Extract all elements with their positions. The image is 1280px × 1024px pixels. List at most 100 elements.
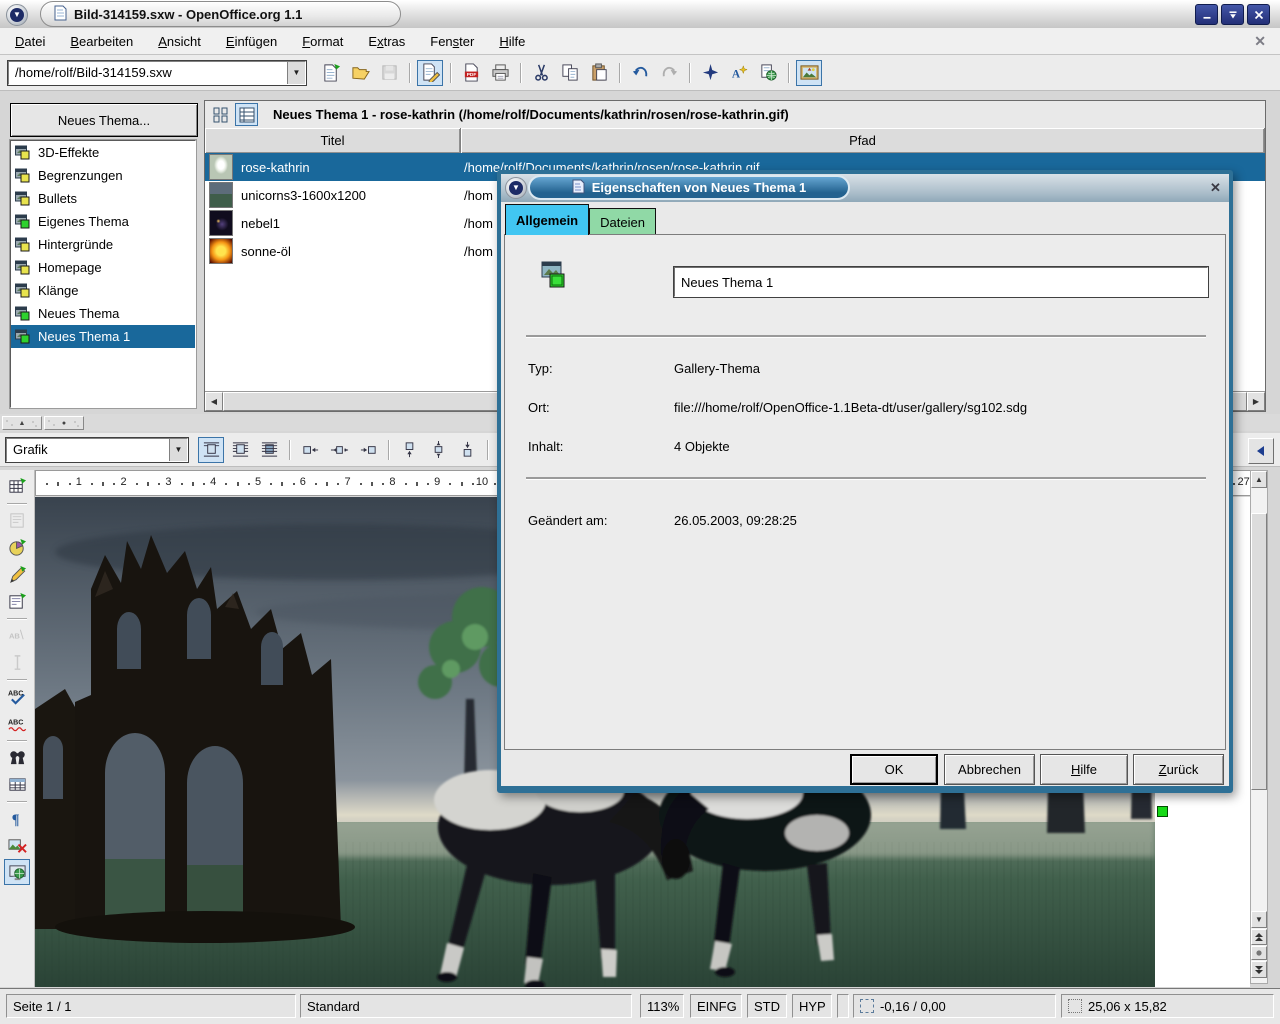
edit-file-button[interactable] xyxy=(417,60,443,86)
gallery-theme-bullets[interactable]: Bullets xyxy=(11,187,195,210)
gallery-theme-eigenes-thema[interactable]: Eigenes Thema xyxy=(11,210,195,233)
objectbar-scroll-left-button[interactable] xyxy=(1248,438,1274,464)
undo-button[interactable] xyxy=(627,60,653,86)
spellcheck-button[interactable]: ABC xyxy=(4,683,30,709)
insert-index-button[interactable] xyxy=(4,649,30,675)
data-sources-button[interactable] xyxy=(4,771,30,797)
wrap-parallel-button[interactable] xyxy=(227,437,253,463)
insert-object-button[interactable] xyxy=(4,534,30,560)
gallery-theme-homepage[interactable]: Homepage xyxy=(11,256,195,279)
menu-bearbeiten[interactable]: Bearbeiten xyxy=(59,31,144,52)
icon-view-button[interactable] xyxy=(209,103,232,126)
menu-ansicht[interactable]: Ansicht xyxy=(147,31,212,52)
redo-button[interactable] xyxy=(656,60,682,86)
maximize-button[interactable] xyxy=(1221,4,1244,25)
close-document-icon[interactable]: ✕ xyxy=(1254,33,1266,50)
menu-format[interactable]: Format xyxy=(291,31,354,52)
object-size[interactable]: 25,06 x 15,82 xyxy=(1061,994,1274,1018)
hilfe-button[interactable]: Hilfe xyxy=(1040,754,1128,785)
splitter-collapse-handle[interactable]: ▲ xyxy=(2,416,42,430)
minimize-button[interactable] xyxy=(1195,4,1218,25)
center-vertical-button[interactable] xyxy=(425,437,451,463)
navigator-button[interactable] xyxy=(697,60,723,86)
navigation-dot-icon[interactable] xyxy=(1251,946,1267,960)
chevron-down-icon[interactable]: ▼ xyxy=(169,439,187,461)
next-page-icon[interactable] xyxy=(1251,961,1267,978)
wrap-off-button[interactable] xyxy=(198,437,224,463)
selection-handle[interactable] xyxy=(1157,806,1168,817)
insert-fields-button[interactable] xyxy=(4,507,30,533)
gallery-button[interactable] xyxy=(796,60,822,86)
chevron-down-icon[interactable]: ▼ xyxy=(287,62,305,84)
insert-mode-toggle[interactable]: EINFG xyxy=(690,994,742,1018)
scroll-right-icon[interactable]: ▶ xyxy=(1247,392,1265,411)
menu-hilfe[interactable]: Hilfe xyxy=(488,31,536,52)
selection-mode-toggle[interactable]: STD xyxy=(747,994,787,1018)
dialog-titlebar[interactable]: ▼ Eigenschaften von Neues Thema 1 ✕ xyxy=(501,174,1229,202)
align-top-button[interactable] xyxy=(396,437,422,463)
menu-extras[interactable]: Extras xyxy=(357,31,416,52)
cut-button[interactable] xyxy=(528,60,554,86)
menu-fenster[interactable]: Fenster xyxy=(419,31,485,52)
scroll-up-icon[interactable]: ▲ xyxy=(1251,471,1267,488)
gallery-theme-hintergrunde[interactable]: Hintergründe xyxy=(11,233,195,256)
cursor-position[interactable]: -0,16 / 0,00 xyxy=(853,994,1056,1018)
autotext-button[interactable]: AB xyxy=(4,622,30,648)
dialog-close-button[interactable]: ✕ xyxy=(1206,178,1225,197)
nonprinting-characters-button[interactable]: ¶ xyxy=(4,805,30,831)
hyperlink-mode-toggle[interactable]: HYP xyxy=(792,994,832,1018)
close-button[interactable] xyxy=(1247,4,1270,25)
copy-button[interactable] xyxy=(557,60,583,86)
scroll-left-icon[interactable]: ◀ xyxy=(205,392,223,411)
tab-allgemein[interactable]: Allgemein xyxy=(505,204,589,235)
abbrechen-button[interactable]: Abbrechen xyxy=(944,754,1035,785)
menu-datei[interactable]: Datei xyxy=(4,31,56,52)
gallery-theme-3d-effekte[interactable]: 3D-Effekte xyxy=(11,141,195,164)
previous-page-icon[interactable] xyxy=(1251,929,1267,945)
open-button[interactable] xyxy=(347,60,373,86)
insert-table-button[interactable] xyxy=(4,473,30,499)
page-indicator[interactable]: Seite 1 / 1 xyxy=(6,994,296,1018)
paste-button[interactable] xyxy=(586,60,612,86)
draw-functions-button[interactable] xyxy=(4,561,30,587)
gallery-theme-klange[interactable]: Klänge xyxy=(11,279,195,302)
page-style-indicator[interactable]: Standard xyxy=(300,994,632,1018)
graphics-onoff-button[interactable] xyxy=(4,832,30,858)
splitter-drag-handle[interactable]: ● xyxy=(44,416,84,430)
new-theme-button[interactable]: Neues Thema... xyxy=(10,103,198,137)
zoom-indicator[interactable]: 113% xyxy=(640,994,684,1018)
window-menu-button[interactable]: ▼ xyxy=(6,4,28,26)
align-right-button[interactable] xyxy=(355,437,381,463)
print-button[interactable] xyxy=(487,60,513,86)
graphics-style-combobox[interactable]: Grafik ▼ xyxy=(6,438,188,462)
theme-name-input[interactable]: Neues Thema 1 xyxy=(674,267,1208,297)
export-pdf-button[interactable]: PDF xyxy=(458,60,484,86)
maximize-icon xyxy=(1226,8,1240,22)
load-url-combobox[interactable]: /home/rolf/Bild-314159.sxw ▼ xyxy=(8,61,306,85)
gallery-theme-neues-thema-1[interactable]: Neues Thema 1 xyxy=(11,325,195,348)
auto-spellcheck-button[interactable]: ABC xyxy=(4,710,30,736)
menu-einfugen[interactable]: Einfügen xyxy=(215,31,288,52)
form-functions-button[interactable] xyxy=(4,588,30,614)
center-horizontal-button[interactable] xyxy=(326,437,352,463)
gallery-theme-neues-thema[interactable]: Neues Thema xyxy=(11,302,195,325)
ok-button[interactable]: OK xyxy=(850,754,938,785)
align-left-button[interactable] xyxy=(297,437,323,463)
stylist-button[interactable]: A xyxy=(726,60,752,86)
hyperlink-dialog-button[interactable] xyxy=(755,60,781,86)
new-document-button[interactable] xyxy=(318,60,344,86)
detail-view-button[interactable] xyxy=(235,103,258,126)
find-replace-button[interactable] xyxy=(4,744,30,770)
wrap-through-button[interactable] xyxy=(256,437,282,463)
align-bottom-button[interactable] xyxy=(454,437,480,463)
gallery-theme-begrenzungen[interactable]: Begrenzungen xyxy=(11,164,195,187)
new-document-icon xyxy=(322,63,341,82)
online-layout-button[interactable] xyxy=(4,859,30,885)
scrollbar-thumb[interactable] xyxy=(1251,513,1267,790)
tab-dateien[interactable]: Dateien xyxy=(589,208,656,235)
zuruck-button[interactable]: Zurück xyxy=(1133,754,1224,785)
vertical-scrollbar[interactable]: ▲ ▼ xyxy=(1250,470,1268,984)
dialog-menu-button[interactable]: ▼ xyxy=(505,177,527,199)
save-button[interactable] xyxy=(376,60,402,86)
scroll-down-icon[interactable]: ▼ xyxy=(1251,911,1267,928)
